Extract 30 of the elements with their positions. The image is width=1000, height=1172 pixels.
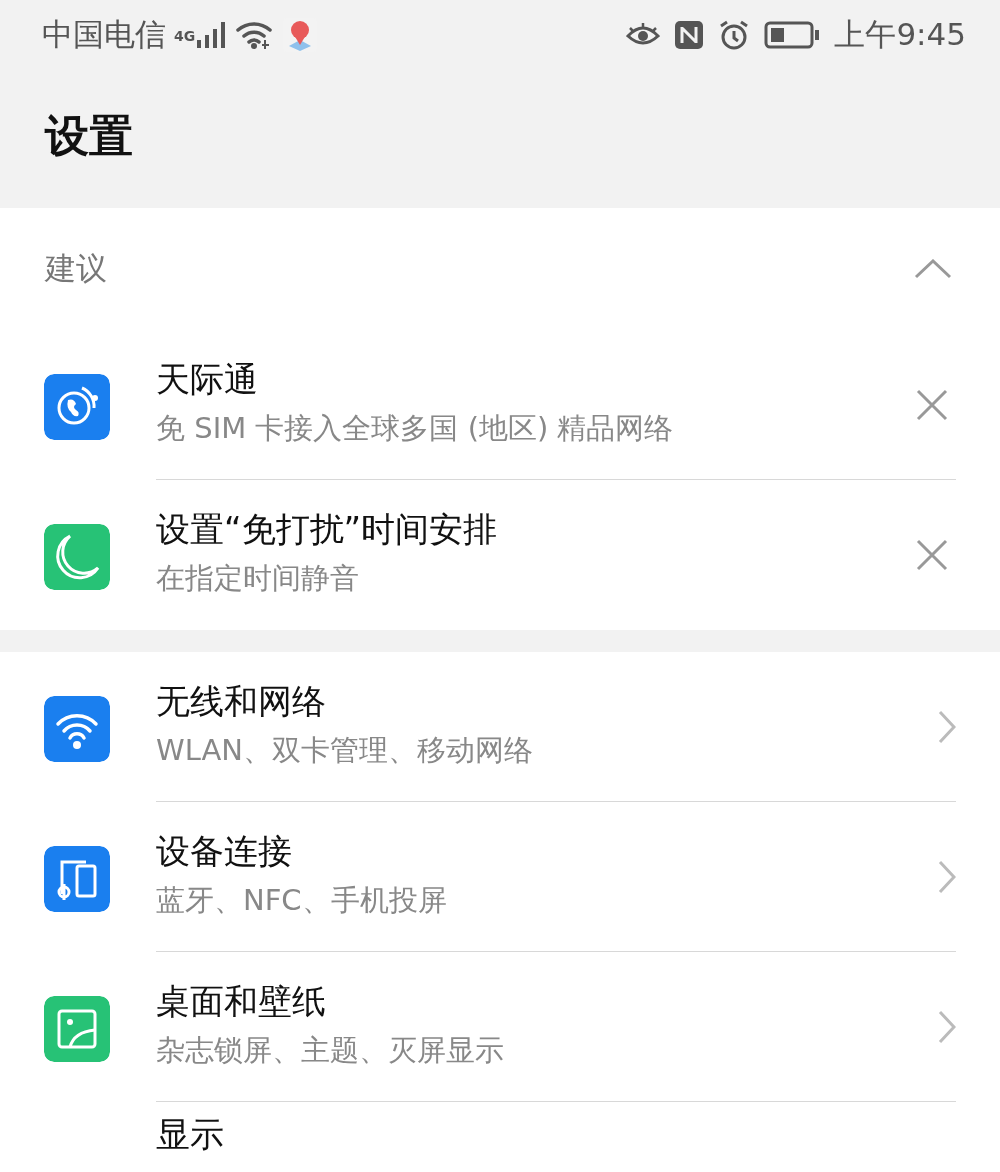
- item-title[interactable]: 天际通: [156, 356, 916, 403]
- item-subtitle: 在指定时间静音: [156, 560, 360, 597]
- close-icon[interactable]: [916, 539, 948, 571]
- clock-time: 上午9:45: [834, 15, 966, 54]
- item-title[interactable]: 设备连接: [156, 828, 938, 875]
- signal-icon: [197, 22, 228, 48]
- image-icon: [44, 996, 110, 1062]
- wifi-icon: [44, 696, 110, 762]
- item-title[interactable]: 桌面和壁纸: [156, 978, 938, 1025]
- item-title[interactable]: 无线和网络: [156, 678, 938, 725]
- devices-icon: [44, 846, 110, 912]
- chevron-right-icon: [938, 709, 956, 744]
- item-subtitle: 蓝牙、NFC、手机投屏: [156, 881, 448, 919]
- item-subtitle: 杂志锁屏、主题、灭屏显示: [156, 1031, 505, 1069]
- item-subtitle: WLAN、双卡管理、移动网络: [156, 731, 535, 769]
- eye-icon: [626, 22, 661, 48]
- section-title: 建议: [45, 249, 107, 288]
- chevron-right-icon: [938, 1009, 956, 1044]
- nfc-icon: [674, 20, 705, 50]
- close-icon[interactable]: [916, 388, 948, 421]
- chevron-up-icon[interactable]: [914, 259, 952, 279]
- carrier-name: 中国电信: [42, 15, 166, 54]
- chevron-right-icon: [938, 859, 956, 894]
- page-title: 设置: [45, 108, 133, 163]
- battery-icon: [764, 21, 821, 49]
- network-type: 4G: [174, 28, 196, 44]
- moon-icon: [44, 524, 110, 590]
- item-title[interactable]: 显示: [156, 1112, 956, 1158]
- item-title[interactable]: 设置“免打扰”时间安排: [156, 507, 916, 553]
- item-subtitle: 免 SIM 卡接入全球多国 (地区) 精品网络: [156, 409, 675, 447]
